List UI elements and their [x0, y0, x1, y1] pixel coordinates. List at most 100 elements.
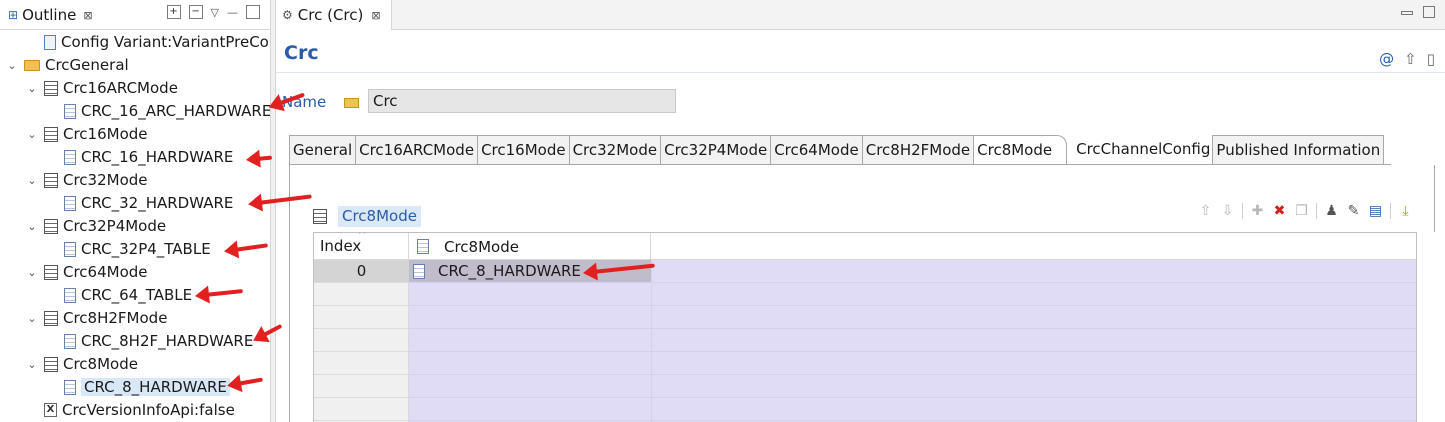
view-menu-icon[interactable]: ▽ [211, 6, 219, 19]
title-separator [276, 72, 1445, 73]
edit-table-icon[interactable]: ▤ [1368, 203, 1383, 219]
toolbar-separator [1316, 203, 1317, 219]
document-icon [413, 263, 425, 279]
delete-icon[interactable]: ✖ [1272, 203, 1287, 219]
tree-item[interactable]: ⌄ Crc8Mode [26, 353, 138, 375]
page-tab-bar: General Crc16ARCMode Crc16Mode Crc32Mode Crc… [289, 135, 1385, 165]
tree-item[interactable]: CRC_8_HARDWARE [46, 376, 230, 398]
tree-item-label: CrcGeneral [45, 56, 129, 74]
tree-item[interactable]: ⌄ Crc8H2FMode [26, 307, 167, 329]
tree-item[interactable]: ⌄ Crc32Mode [26, 169, 148, 191]
outline-tab[interactable]: ⊞ Outline ⊠ [2, 2, 99, 28]
tab-crcchannelconfig[interactable]: CrcChannelConfig [1066, 135, 1213, 165]
editor-window-buttons [1401, 6, 1435, 18]
chevron-down-icon[interactable]: ⌄ [26, 220, 38, 233]
row-index-cell[interactable]: 0 [314, 260, 409, 282]
tree-item[interactable]: CRC_64_TABLE [46, 284, 192, 306]
chevron-down-icon[interactable]: ⌄ [26, 312, 38, 325]
tab-crc8mode[interactable]: Crc8Mode [973, 135, 1068, 165]
document-icon [64, 103, 76, 119]
tree-item-label: Crc16Mode [63, 125, 148, 143]
close-icon[interactable]: ⊠ [83, 9, 92, 22]
import-icon[interactable]: ⤓ [1398, 203, 1413, 219]
document-icon [64, 195, 76, 211]
minimize-icon[interactable] [1401, 11, 1413, 15]
tree-item-label: Crc32Mode [63, 171, 148, 189]
table-icon [44, 264, 58, 280]
tree-item[interactable]: ⌄ Crc16Mode [26, 123, 148, 145]
up-arrow-icon[interactable]: ⇧ [1404, 50, 1417, 68]
tab-crc32mode[interactable]: Crc32Mode [568, 135, 662, 165]
folder-icon [344, 98, 359, 108]
tree-item[interactable]: Config Variant:VariantPreComp [26, 31, 293, 53]
table-icon [44, 172, 58, 188]
add-icon[interactable]: ✚ [1250, 203, 1265, 219]
table-icon [44, 218, 58, 234]
tree-item-label: Crc64Mode [63, 263, 148, 281]
tab-crc32p4mode[interactable]: Crc32P4Mode [660, 135, 772, 165]
outline-tab-title: Outline [22, 6, 77, 24]
tree-item[interactable]: ⌄ Crc16ARCMode [26, 77, 178, 99]
index-column [314, 260, 409, 422]
maximize-icon[interactable] [1423, 6, 1435, 18]
tree-item[interactable]: CRC_32_HARDWARE [46, 192, 233, 214]
tab-crc8h2fmode[interactable]: Crc8H2FMode [861, 135, 975, 165]
column-header-label: Crc8Mode [444, 237, 519, 256]
table-icon [44, 310, 58, 326]
maximize-icon[interactable] [246, 5, 260, 19]
document-icon[interactable]: ▯ [1427, 50, 1435, 68]
minimize-icon[interactable]: — [227, 6, 238, 19]
editor-tab-bar: ⚙ Crc (Crc) ⊠ [276, 0, 1445, 30]
tab-crc16mode[interactable]: Crc16Mode [477, 135, 570, 165]
tab-general[interactable]: General [289, 135, 357, 165]
close-icon[interactable]: ⊠ [371, 9, 380, 22]
tree-item[interactable]: CRC_8H2F_HARDWARE [46, 330, 253, 352]
editor-tab-crc[interactable]: ⚙ Crc (Crc) ⊠ [276, 0, 392, 30]
editor-area: ⚙ Crc (Crc) ⊠ Crc @ ⇧ ▯ Name GeneralCrc1… [276, 0, 1445, 422]
tab-crc16arcmode[interactable]: Crc16ARCMode [355, 135, 479, 165]
copy-icon[interactable]: ❐ [1294, 203, 1309, 219]
table-toolbar: ⇧ ⇩ ✚ ✖ ❐ ♟ ✎ ▤ ⤓ [1198, 203, 1413, 219]
name-field[interactable] [368, 89, 676, 113]
tree-item[interactable]: CRC_16_ARC_HARDWARE [46, 100, 271, 122]
tree-item-label: Crc8H2FMode [63, 309, 168, 327]
tree-item[interactable]: CRC_32P4_TABLE [46, 238, 211, 260]
user-icon[interactable]: ♟ [1324, 203, 1339, 219]
move-down-icon[interactable]: ⇩ [1220, 203, 1235, 219]
chevron-down-icon[interactable]: ⌄ [26, 82, 38, 95]
tree-item[interactable]: ⌄ CrcGeneral [6, 54, 129, 76]
tree-item[interactable]: ⌄ Crc32P4Mode [26, 215, 166, 237]
chevron-down-icon[interactable]: ⌄ [26, 266, 38, 279]
tree-item-label: CRC_16_ARC_HARDWARE [81, 102, 272, 120]
tree-item-label: CrcVersionInfoApi:false [62, 401, 235, 419]
tree-item-label: CRC_32_HARDWARE [81, 194, 234, 212]
outline-icon: ⊞ [8, 8, 19, 22]
tree-item[interactable]: X CrcVersionInfoApi:false [26, 399, 235, 421]
chevron-down-icon[interactable]: ⌄ [26, 128, 38, 141]
chevron-down-icon[interactable]: ⌄ [26, 174, 38, 187]
tab-crc64mode[interactable]: Crc64Mode [770, 135, 863, 165]
tree-item-label: Crc8Mode [63, 355, 138, 373]
tree-item-label: CRC_16_HARDWARE [81, 148, 234, 166]
outline-view: ⊞ Outline ⊠ + − ▽ — Config Variant:Varia… [0, 0, 293, 422]
tree-item[interactable]: ⌄ Crc64Mode [26, 261, 148, 283]
collapse-all-icon[interactable]: − [188, 5, 203, 19]
column-header-crc8mode[interactable]: Crc8Mode [409, 233, 651, 260]
tree-item[interactable]: CRC_16_HARDWARE [46, 146, 233, 168]
expand-all-icon[interactable]: + [166, 5, 181, 19]
column-header-index[interactable]: ^ Index [314, 233, 409, 260]
form-toolbar: @ ⇧ ▯ [1379, 50, 1435, 68]
cell-value: CRC_8_HARDWARE [438, 262, 581, 280]
tree-item-label: Crc32P4Mode [63, 217, 167, 235]
chevron-down-icon[interactable]: ⌄ [6, 59, 18, 72]
chevron-down-icon[interactable]: ⌄ [26, 358, 38, 371]
edit-pencil-icon[interactable]: ✎ [1346, 203, 1361, 219]
tab-published-information[interactable]: Published Information [1212, 135, 1385, 165]
gear-icon: ⚙ [282, 8, 293, 22]
document-icon [64, 241, 76, 257]
at-sign-icon[interactable]: @ [1379, 50, 1394, 68]
section-title[interactable]: Crc8Mode [338, 206, 421, 227]
outline-toolbar: + − ▽ — [166, 5, 260, 19]
move-up-icon[interactable]: ⇧ [1198, 203, 1213, 219]
document-icon [64, 149, 76, 165]
